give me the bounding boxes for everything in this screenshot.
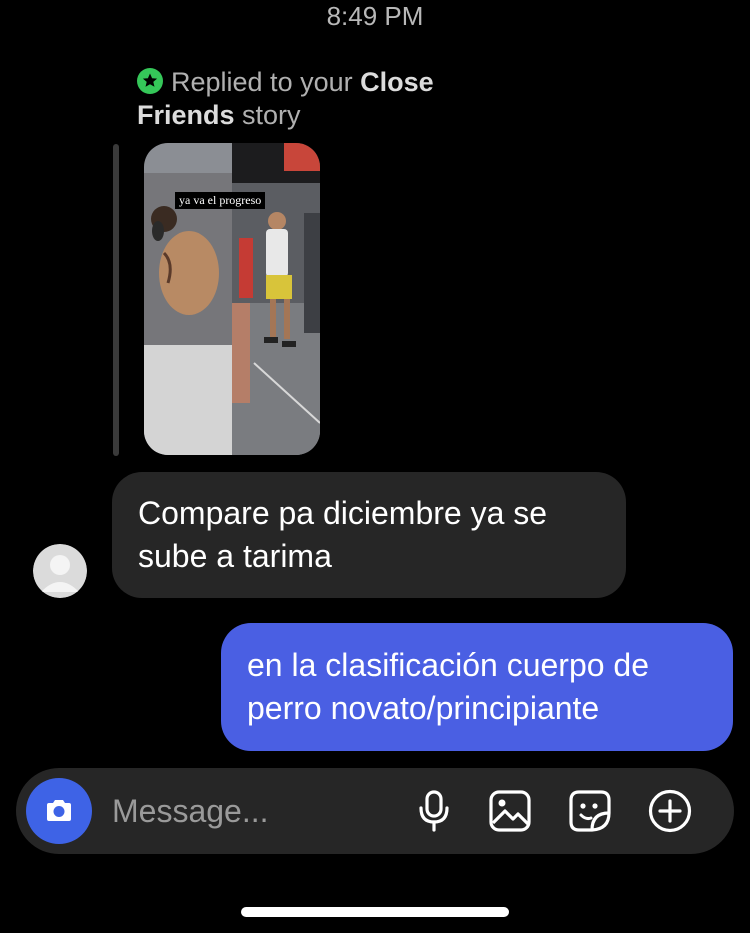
camera-button[interactable] <box>26 778 92 844</box>
sticker-icon <box>569 790 611 832</box>
image-icon <box>489 790 531 832</box>
sticker-button[interactable] <box>568 789 612 833</box>
more-options-button[interactable] <box>648 789 692 833</box>
add-circle-icon <box>648 789 692 833</box>
story-reply-header: Replied to your Close Friends story <box>137 66 497 132</box>
reply-prefix-text: Replied to your <box>171 67 361 97</box>
incoming-message-bubble[interactable]: Compare pa diciembre ya se sube a tarima <box>112 472 626 598</box>
microphone-icon <box>419 790 449 832</box>
close-friends-label: Close <box>360 67 434 97</box>
sender-avatar[interactable] <box>33 544 87 598</box>
story-preview-image <box>144 143 320 455</box>
gallery-button[interactable] <box>488 789 532 833</box>
reply-quote-bar <box>113 144 119 456</box>
story-caption: ya va el progreso <box>175 192 266 209</box>
message-timestamp: 8:49 PM <box>326 1 424 31</box>
message-composer <box>16 768 734 854</box>
outgoing-message-bubble[interactable]: en la clasificación cuerpo de perro nova… <box>221 623 733 751</box>
home-indicator[interactable] <box>241 907 509 917</box>
reply-suffix-text: story <box>234 100 301 130</box>
friends-label: Friends <box>137 100 235 130</box>
voice-message-button[interactable] <box>412 789 456 833</box>
story-preview-thumbnail[interactable]: ya va el progreso <box>144 143 320 455</box>
default-avatar-icon <box>33 544 87 598</box>
message-input[interactable] <box>112 789 402 833</box>
close-friends-star-icon <box>137 68 163 94</box>
camera-icon <box>47 800 71 821</box>
